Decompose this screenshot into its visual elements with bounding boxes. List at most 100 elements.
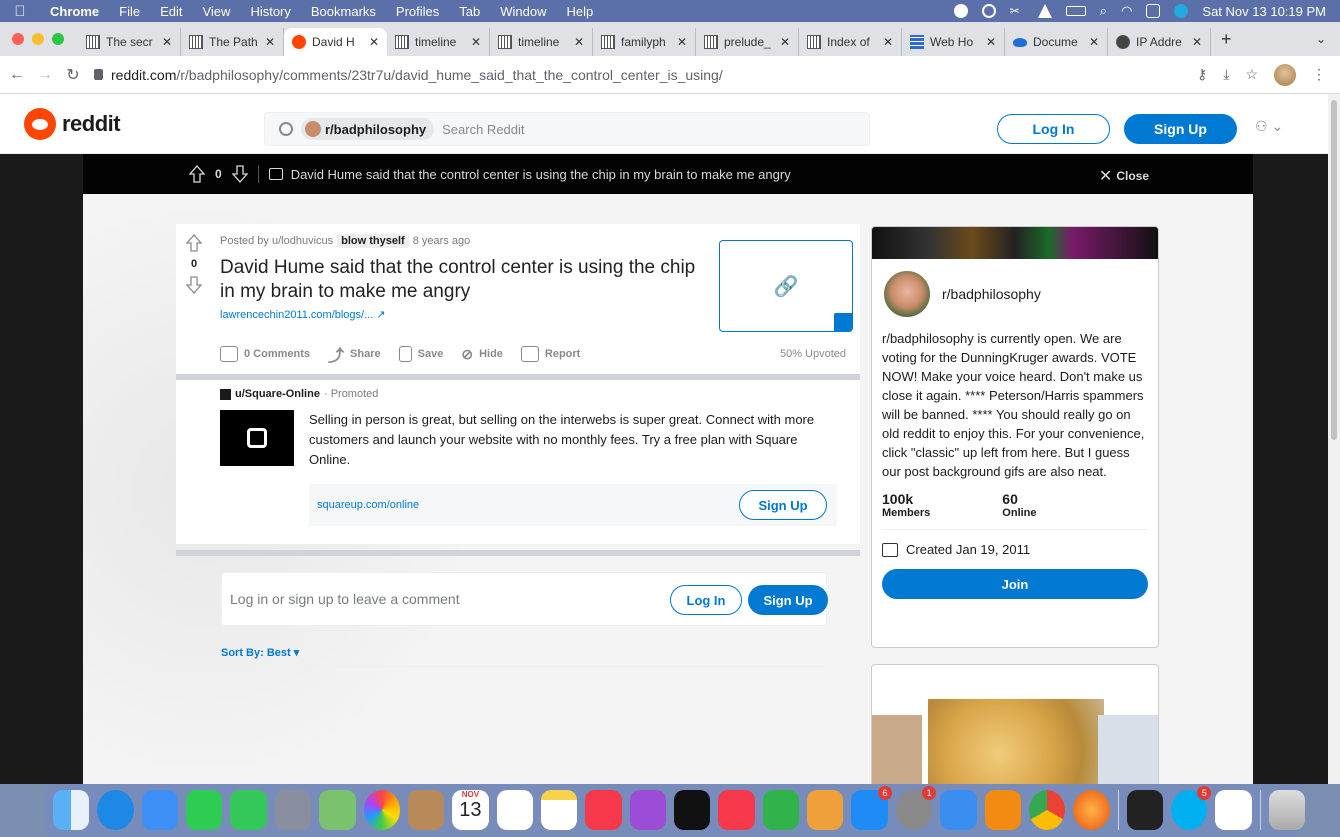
status-app-icon[interactable] <box>953 4 968 18</box>
tab-7[interactable]: Index of ✕ <box>799 28 902 56</box>
contacts-icon[interactable] <box>407 790 445 830</box>
menu-window[interactable]: Window <box>490 4 556 19</box>
tab-search-chevron-icon[interactable]: ⌄ <box>1316 32 1340 46</box>
promo-author[interactable]: u/Square-Online <box>235 388 320 400</box>
post-flair[interactable]: blow thyself <box>337 234 409 248</box>
tab-5[interactable]: familyph ✕ <box>593 28 696 56</box>
tab-4[interactable]: timeline ✕ <box>490 28 593 56</box>
numbers-icon[interactable] <box>762 790 800 830</box>
menu-edit[interactable]: Edit <box>150 4 192 19</box>
document-icon[interactable] <box>1215 790 1252 830</box>
calendar-icon[interactable]: NOV 13 <box>452 790 489 830</box>
chrome-menu-icon[interactable]: ⋮ <box>1312 66 1326 83</box>
tab-2-active[interactable]: David H ✕ <box>284 28 387 56</box>
sort-dropdown[interactable]: Sort By: Best ▾ <box>221 646 299 659</box>
tab-0[interactable]: The secr ✕ <box>78 28 181 56</box>
menu-tab[interactable]: Tab <box>449 4 490 19</box>
vlc-icon[interactable] <box>984 790 1021 830</box>
apple-menu-icon[interactable]:  <box>0 3 40 20</box>
bookmark-star-icon[interactable]: ☆ <box>1245 66 1258 83</box>
menu-app-name[interactable]: Chrome <box>40 4 109 19</box>
notes-icon[interactable] <box>540 790 578 830</box>
comments-button[interactable]: 0 Comments <box>220 346 310 362</box>
upvote-icon[interactable] <box>189 165 205 183</box>
maximize-window-button[interactable] <box>52 33 64 45</box>
podcasts-icon[interactable] <box>629 790 667 830</box>
finder-icon[interactable] <box>53 790 90 830</box>
promo-cta-bar[interactable]: squareup.com/online Sign Up <box>309 484 837 526</box>
close-tab-icon[interactable]: ✕ <box>677 35 687 49</box>
promo-signup-button[interactable]: Sign Up <box>739 490 827 520</box>
facetime-icon[interactable] <box>186 790 223 830</box>
apple-tv-icon[interactable] <box>674 790 711 830</box>
firefox-icon[interactable] <box>1073 790 1110 830</box>
install-app-icon[interactable]: ⤓ <box>1223 66 1229 83</box>
siri-icon[interactable] <box>1174 4 1189 18</box>
save-button[interactable]: Save <box>398 346 443 362</box>
menu-file[interactable]: File <box>109 4 150 19</box>
skype-icon[interactable]: 5 <box>1170 786 1212 830</box>
header-signup-button[interactable]: Sign Up <box>1124 114 1237 144</box>
maps-icon[interactable] <box>319 790 356 830</box>
menu-view[interactable]: View <box>192 4 240 19</box>
comment-signup-button[interactable]: Sign Up <box>748 585 828 615</box>
close-tab-icon[interactable]: ✕ <box>1192 35 1202 49</box>
menu-history[interactable]: History <box>240 4 300 19</box>
close-tab-icon[interactable]: ✕ <box>883 35 893 49</box>
join-button[interactable]: Join <box>882 569 1148 599</box>
spotlight-search-icon[interactable]: ⌕ <box>1100 3 1107 19</box>
bluetooth-icon[interactable]: ✂ <box>1010 4 1024 18</box>
downvote-icon[interactable] <box>231 165 248 183</box>
menu-help[interactable]: Help <box>557 4 604 19</box>
keynote-icon[interactable] <box>940 790 977 830</box>
music-icon[interactable] <box>585 790 622 830</box>
pages-icon[interactable] <box>807 790 844 830</box>
mail-icon[interactable] <box>141 790 179 830</box>
close-tab-icon[interactable]: ✕ <box>780 35 790 49</box>
tab-3[interactable]: timeline ✕ <box>387 28 490 56</box>
close-tab-icon[interactable]: ✕ <box>471 35 481 49</box>
search-input[interactable]: r/badphilosophy Search Reddit <box>264 112 870 146</box>
vlc-status-icon[interactable] <box>1037 4 1052 18</box>
subreddit-avatar[interactable] <box>882 269 932 319</box>
close-tab-icon[interactable]: ✕ <box>574 35 584 49</box>
close-overlay-button[interactable]: ✕ Close <box>1099 166 1149 186</box>
tab-10[interactable]: IP Addre ✕ <box>1108 28 1211 56</box>
close-tab-icon[interactable]: ✕ <box>1089 35 1099 49</box>
new-tab-button[interactable]: + <box>1211 29 1242 50</box>
chrome-icon[interactable] <box>1028 790 1066 830</box>
reddit-logo[interactable]: reddit <box>24 107 121 140</box>
scrollbar-thumb[interactable] <box>1331 100 1337 440</box>
close-window-button[interactable] <box>12 33 24 45</box>
header-login-button[interactable]: Log In <box>997 114 1110 144</box>
app-store-icon[interactable]: 6 <box>851 786 892 830</box>
control-center-icon[interactable] <box>1146 4 1161 18</box>
record-icon[interactable] <box>981 4 996 18</box>
trash-icon[interactable] <box>1268 790 1305 830</box>
safari-icon[interactable] <box>97 790 134 830</box>
battery-icon[interactable] <box>1065 6 1086 16</box>
key-icon[interactable]: ⚷ <box>1197 66 1207 83</box>
url-bar[interactable]: reddit.com/r/badphilosophy/comments/23tr… <box>94 67 723 83</box>
wifi-icon[interactable]: ◠ <box>1121 3 1132 19</box>
tab-6[interactable]: prelude_ ✕ <box>696 28 799 56</box>
tab-1[interactable]: The Path ✕ <box>181 28 284 56</box>
subreddit-search-chip[interactable]: r/badphilosophy <box>301 118 435 140</box>
post-external-link[interactable]: lawrencechin2011.com/blogs/... ↗ <box>220 308 386 321</box>
downvote-icon[interactable] <box>186 276 202 294</box>
minimize-window-button[interactable] <box>32 33 44 45</box>
back-arrow-icon[interactable]: ← <box>6 66 28 84</box>
photos-icon[interactable] <box>363 790 400 830</box>
promo-url[interactable]: squareup.com/online <box>317 499 419 511</box>
post-author[interactable]: Posted by u/lodhuvicus <box>220 235 333 247</box>
profile-avatar[interactable] <box>1274 63 1296 86</box>
comment-login-button[interactable]: Log In <box>670 585 742 615</box>
upvote-icon[interactable] <box>186 234 202 252</box>
messages-icon[interactable] <box>230 790 267 830</box>
forward-arrow-icon[interactable]: → <box>34 66 56 84</box>
post-link-thumbnail[interactable]: 🔗 <box>719 240 853 332</box>
tab-8[interactable]: Web Ho ✕ <box>902 28 1005 56</box>
subreddit-name[interactable]: r/badphilosophy <box>942 286 1041 302</box>
report-button[interactable]: Report <box>520 346 580 362</box>
hide-button[interactable]: ⊘ Hide <box>461 346 503 363</box>
